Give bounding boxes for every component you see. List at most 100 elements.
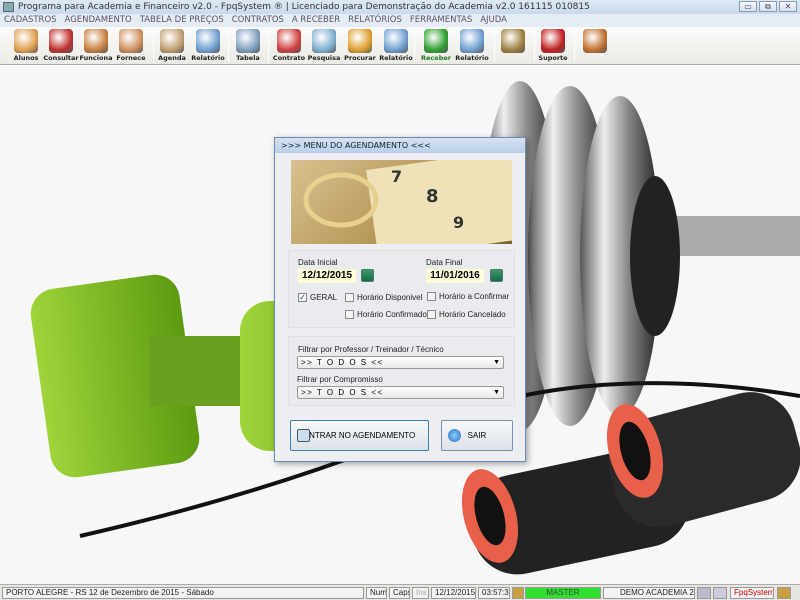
menu-bar: CADASTROS AGENDAMENTO TABELA DE PREÇOS CONT… xyxy=(0,14,800,27)
menu-a-receber[interactable]: A RECEBER xyxy=(292,14,340,27)
restore-button[interactable]: ⧉ xyxy=(759,1,777,12)
enter-schedule-button[interactable]: ENTRAR NO AGENDAMENTO xyxy=(290,420,429,451)
status-company: DEMO ACADEMIA 2.0 xyxy=(603,587,695,599)
compromisso-select-value: >> T O D O S << xyxy=(301,388,384,397)
status-caps: Caps xyxy=(389,587,410,599)
separator xyxy=(574,29,575,62)
toolbar-button-contrato[interactable]: Contrato xyxy=(271,29,307,62)
close-button[interactable]: ✕ xyxy=(779,1,797,12)
menu-contratos[interactable]: CONTRATOS xyxy=(232,14,284,27)
status-user: MASTER xyxy=(525,587,601,599)
status-num: Num xyxy=(366,587,387,599)
toolbar-button-fornece[interactable]: Fornece xyxy=(113,29,149,62)
toolbar-button-tabela[interactable]: Tabela xyxy=(230,29,266,62)
status-date: 12/12/2015 xyxy=(431,587,476,599)
user-icon xyxy=(512,587,524,599)
geral-checkbox[interactable]: ✓ xyxy=(298,293,307,302)
table-doc-icon xyxy=(236,29,260,53)
toolbar-button-pesquisa[interactable]: Pesquisa xyxy=(306,29,342,62)
chevron-down-icon: ▼ xyxy=(493,359,500,366)
toolbar-button-suporte[interactable]: Suporte xyxy=(535,29,571,62)
data-inicial-input[interactable]: 12/12/2015 xyxy=(298,269,356,283)
separator xyxy=(268,29,269,62)
toolbar-button-relatorio[interactable]: Relatório xyxy=(190,29,226,62)
toolbar-label: Agenda xyxy=(158,54,186,62)
coins-icon xyxy=(501,29,525,53)
file-box-icon xyxy=(348,29,372,53)
toolbar-button-receber[interactable]: Receber xyxy=(418,29,454,62)
title-bar: Programa para Academia e Financeiro v2.0… xyxy=(0,0,800,14)
horario-disponivel-label: Horário Disponivel xyxy=(357,293,423,302)
separator xyxy=(228,29,229,62)
window-title: Programa para Academia e Financeiro v2.0… xyxy=(18,2,590,12)
students-icon xyxy=(14,29,38,53)
horario-a-confirmar-checkbox[interactable] xyxy=(427,292,436,301)
calendar-icon[interactable] xyxy=(490,269,503,282)
status-brand: FpqSystem xyxy=(730,587,774,599)
printer-icon xyxy=(384,29,408,53)
id-card-icon xyxy=(49,29,73,53)
toolbar-label: Relatório xyxy=(191,54,225,62)
printer-icon xyxy=(196,29,220,53)
image-number: 7 xyxy=(391,167,402,186)
calendar-image: 7 8 9 xyxy=(291,160,512,244)
toolbar-label: Consultar xyxy=(43,54,79,62)
menu-ferramentas[interactable]: FERRAMENTAS xyxy=(410,14,472,27)
horario-confirmado-checkbox[interactable] xyxy=(345,310,354,319)
toolbar-label: Alunos xyxy=(13,54,39,62)
toolbar-label: Relatório xyxy=(455,54,489,62)
horario-a-confirmar-label: Horário a Confirmar xyxy=(439,292,510,301)
dialog-title: >>> MENU DO AGENDAMENTO <<< xyxy=(275,138,525,153)
image-number: 9 xyxy=(453,213,464,232)
toolbar-label: Fornece xyxy=(116,54,146,62)
menu-agendamento[interactable]: AGENDAMENTO xyxy=(65,14,132,27)
horario-disponivel-checkbox[interactable] xyxy=(345,293,354,302)
toolbar-button-relatorio[interactable]: Relatório xyxy=(454,29,490,62)
toolbar-button-agenda[interactable]: Agenda xyxy=(154,29,190,62)
search-docs-icon xyxy=(312,29,336,53)
date-filter-group: Data Inicial 12/12/2015 Data Final 11/01… xyxy=(288,250,515,328)
window-icon xyxy=(297,429,310,442)
arrow-right-icon xyxy=(448,429,461,442)
geral-label: GERAL xyxy=(310,293,338,302)
horario-cancelado-checkbox[interactable] xyxy=(427,310,436,319)
support-icon xyxy=(541,29,565,53)
employees-icon xyxy=(84,29,108,53)
printer-icon xyxy=(460,29,484,53)
data-final-input[interactable]: 11/01/2016 xyxy=(426,269,484,283)
menu-relat-rios[interactable]: RELATÓRIOS xyxy=(348,14,402,27)
professor-select[interactable]: >> T O D O S << ▼ xyxy=(297,356,504,369)
monitor-icon[interactable] xyxy=(713,587,727,599)
minimize-button[interactable]: ▭ xyxy=(739,1,757,12)
compromisso-select[interactable]: >> T O D O S << ▼ xyxy=(297,386,504,399)
status-time: 03:57:33 xyxy=(478,587,510,599)
enter-schedule-label: ENTRAR NO AGENDAMENTO xyxy=(303,431,416,440)
toolbar-label: Procurar xyxy=(344,54,376,62)
toolbar-label: Funciona xyxy=(79,54,113,62)
toolbar-label: Receber xyxy=(421,54,451,62)
toolbar-button-consultar[interactable]: Consultar xyxy=(43,29,79,62)
toolbar-label: Suporte xyxy=(538,54,568,62)
horario-confirmado-label: Horário Confirmado xyxy=(357,310,427,319)
toolbar: Alunos Consultar Funciona Fornece Agenda Rela… xyxy=(0,27,800,65)
menu-ajuda[interactable]: AJUDA xyxy=(480,14,507,27)
status-location: PORTO ALEGRE - RS 12 de Dezembro de 2015… xyxy=(2,587,364,599)
pen-icon xyxy=(277,29,301,53)
exit-button[interactable]: SAIR xyxy=(441,420,513,451)
toolbar-button-procurar[interactable]: Procurar xyxy=(342,29,378,62)
calendar-clock-icon xyxy=(160,29,184,53)
toolbar-button-exitdoor[interactable] xyxy=(577,29,613,54)
printer-icon[interactable] xyxy=(697,587,711,599)
toolbar-button-coins[interactable] xyxy=(495,29,531,54)
calendar-icon[interactable] xyxy=(361,269,374,282)
toolbar-label: Tabela xyxy=(236,54,260,62)
toolbar-button-alunos[interactable]: Alunos xyxy=(8,29,44,62)
app-icon xyxy=(3,2,14,12)
toolbar-button-relatorio[interactable]: Relatório xyxy=(378,29,414,62)
image-number: 8 xyxy=(426,186,439,207)
menu-tabela-de-pre-os[interactable]: TABELA DE PREÇOS xyxy=(140,14,224,27)
exit-door-icon xyxy=(583,29,607,53)
menu-cadastros[interactable]: CADASTROS xyxy=(4,14,57,27)
toolbar-button-funciona[interactable]: Funciona xyxy=(78,29,114,62)
separator xyxy=(414,29,415,62)
